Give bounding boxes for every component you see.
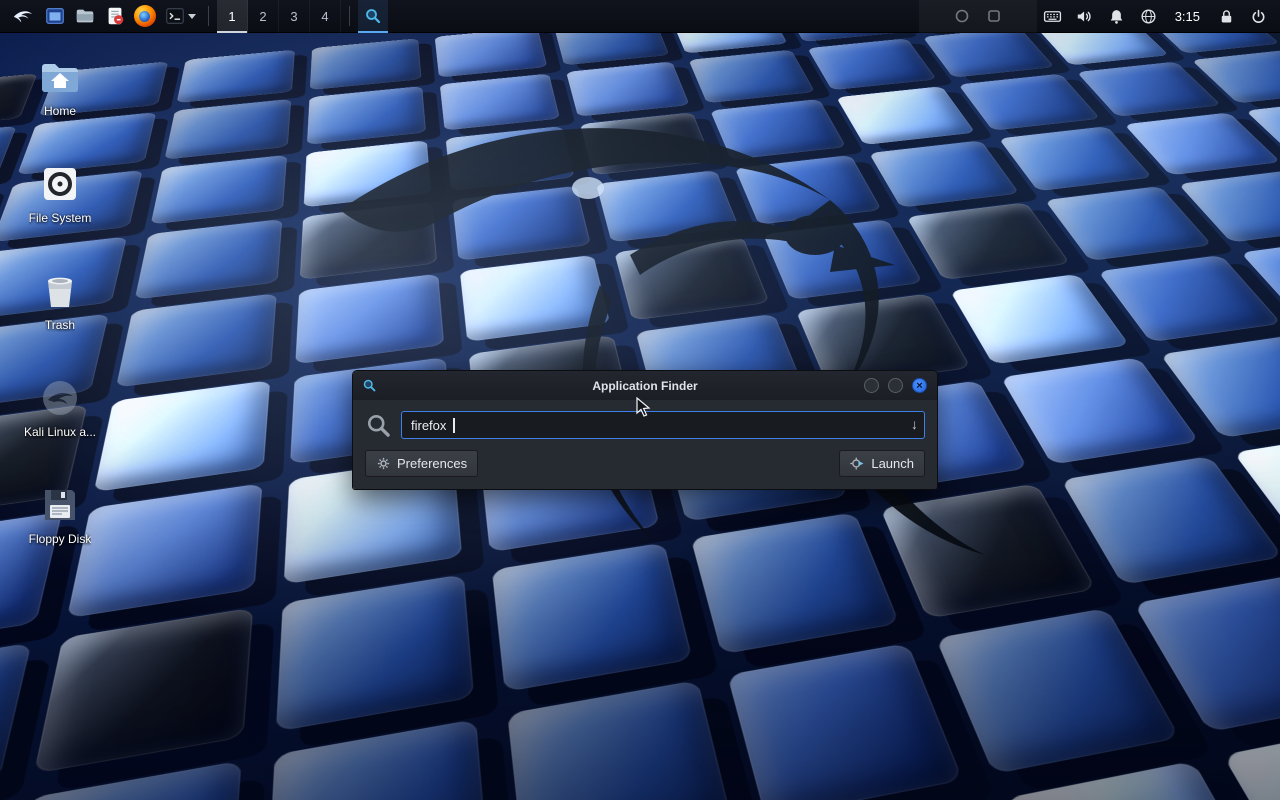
dragon-highlight [572, 177, 604, 199]
panel-separator [349, 6, 350, 26]
power-icon [1249, 7, 1268, 26]
minimize-button[interactable] [864, 378, 879, 393]
terminal-icon [164, 5, 186, 27]
window-title: Application Finder [592, 379, 697, 393]
floppy-disk-icon [38, 483, 82, 527]
search-input-value: firefox [411, 418, 446, 433]
notifications-bell-icon [1107, 7, 1126, 26]
home-folder-icon [38, 55, 82, 99]
launch-label: Launch [871, 456, 914, 471]
desktop-icon-kali-docs[interactable]: Kali Linux a... [12, 376, 108, 439]
mouse-cursor [636, 397, 656, 418]
kali-menu-button[interactable] [6, 0, 40, 33]
desktop-icon-label: File System [29, 211, 92, 225]
text-caret [453, 418, 455, 433]
titlebar[interactable]: Application Finder × [353, 371, 937, 400]
wallpaper-cube [727, 643, 963, 800]
wallpaper-cube [276, 574, 474, 731]
workspace-switcher: 1 2 3 4 [217, 0, 341, 33]
wallpaper-cube [1098, 255, 1280, 342]
wallpaper-cube [34, 608, 253, 774]
desktop-icon-home[interactable]: Home [12, 55, 108, 118]
notifications-button[interactable] [1101, 0, 1133, 33]
close-icon: × [916, 380, 922, 392]
desktop-icon-file-system[interactable]: File System [12, 162, 108, 225]
desktop-icon-trash[interactable]: Trash [12, 269, 108, 332]
preferences-label: Preferences [397, 456, 467, 471]
wallpaper-cube [999, 126, 1153, 191]
kali-dragon-art [270, 60, 990, 580]
search-input[interactable]: firefox ↓ [401, 411, 925, 439]
desktop-icon-label: Home [44, 104, 76, 118]
wallpaper-cube [507, 680, 733, 800]
close-button[interactable]: × [912, 378, 927, 393]
app-finder-icon [362, 378, 377, 393]
desktop-icon-label: Trash [45, 318, 75, 332]
wallpaper-cube [151, 155, 287, 224]
wallpaper-cube [1001, 357, 1200, 464]
text-editor-launcher[interactable] [100, 0, 130, 33]
history-dropdown-icon[interactable]: ↓ [911, 416, 918, 432]
workspace-1[interactable]: 1 [217, 0, 248, 33]
desktop: Home File System Trash Kali L [0, 0, 1280, 800]
button-row: Preferences Launch [365, 450, 925, 477]
top-panel: 1 2 3 4 [0, 0, 1280, 33]
tray-status-icon[interactable] [955, 9, 969, 23]
tray-status-icon[interactable] [987, 9, 1001, 23]
file-system-icon [38, 162, 82, 206]
launch-icon [850, 456, 865, 471]
firefox-launcher[interactable] [130, 0, 160, 33]
volume-icon [1075, 7, 1094, 26]
maximize-button[interactable] [888, 378, 903, 393]
wallpaper-cube [116, 293, 277, 387]
kali-docs-icon [38, 376, 82, 420]
application-finder-window: Application Finder × firefox ↓ [352, 370, 938, 490]
kali-logo-icon [12, 5, 34, 27]
tasklist-application-finder[interactable] [358, 0, 388, 33]
chevron-down-icon [188, 14, 196, 19]
panel-clock[interactable]: 3:15 [1165, 9, 1210, 24]
keyboard-indicator[interactable] [1037, 0, 1069, 33]
desktop-icon-floppy-disk[interactable]: Floppy Disk [12, 483, 108, 546]
text-editor-icon [104, 5, 126, 27]
wallpaper-cube [135, 219, 282, 299]
screenlock-icon [1217, 7, 1236, 26]
wallpaper-cube [94, 380, 270, 492]
workspace-4[interactable]: 4 [310, 0, 341, 33]
keyboard-icon [1043, 7, 1062, 26]
network-icon [1139, 7, 1158, 26]
wallpaper-cube [1045, 186, 1212, 261]
window-controls: × [864, 378, 927, 393]
wallpaper-cube [0, 760, 242, 800]
app-finder-icon [364, 7, 382, 25]
preferences-button[interactable]: Preferences [365, 450, 478, 477]
wallpaper-cube [1061, 456, 1280, 585]
screen-lock-button[interactable] [1210, 0, 1242, 33]
wallpaper-cube [1077, 62, 1222, 117]
volume-control[interactable] [1069, 0, 1101, 33]
wallpaper-cube [1223, 720, 1280, 800]
panel-separator [208, 6, 209, 26]
notification-area [919, 0, 1037, 33]
network-status-button[interactable] [1133, 0, 1165, 33]
terminal-launcher[interactable] [160, 0, 200, 33]
power-button[interactable] [1242, 0, 1274, 33]
workspace-2[interactable]: 2 [248, 0, 279, 33]
file-manager-launcher[interactable] [40, 0, 70, 33]
launch-button[interactable]: Launch [839, 450, 925, 477]
wallpaper-cube [266, 719, 489, 800]
firefox-icon [134, 5, 156, 27]
desktop-icon-label: Kali Linux a... [24, 425, 96, 439]
wallpaper-cube [936, 608, 1180, 774]
file-manager-icon [44, 5, 66, 27]
desktop-icon-label: Floppy Disk [29, 532, 92, 546]
wallpaper-cube [0, 643, 31, 800]
search-icon [365, 412, 392, 439]
folder-icon [74, 5, 96, 27]
files-launcher[interactable] [70, 0, 100, 33]
trash-icon [38, 269, 82, 313]
gear-icon [376, 456, 391, 471]
workspace-3[interactable]: 3 [279, 0, 310, 33]
